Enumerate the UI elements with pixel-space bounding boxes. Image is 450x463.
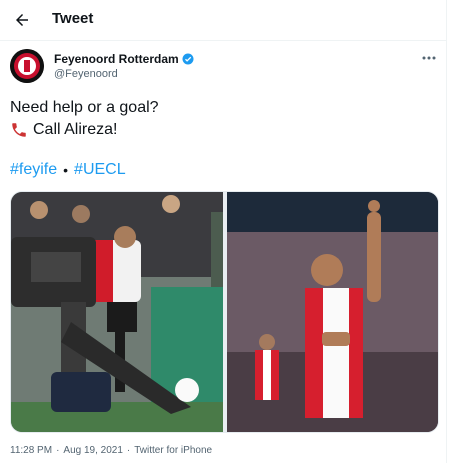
hashtags: #feyife • #UECL [10, 161, 126, 179]
verified-badge-icon [182, 53, 194, 65]
hashtag-separator: • [63, 162, 69, 178]
page-title: Tweet [52, 10, 94, 27]
media-grid [10, 191, 439, 433]
club-logo-icon [10, 49, 44, 83]
tweet-line-2: Call Alireza! [33, 121, 118, 138]
author-handle[interactable]: @Feyenoord [54, 68, 118, 80]
author-name-row[interactable]: Feyenoord Rotterdam [54, 52, 194, 66]
avatar[interactable] [10, 49, 44, 83]
tweet-detail-view: Tweet Feyenoord Rotterdam @Feyenoord Nee… [0, 0, 447, 463]
photo-cameraman-scene [11, 192, 223, 432]
top-bar: Tweet [0, 0, 447, 41]
photo-left[interactable] [11, 192, 223, 432]
hashtag-uecl[interactable]: #UECL [74, 161, 126, 179]
tweet-source[interactable]: Twitter for iPhone [134, 445, 212, 456]
tweet-time[interactable]: 11:28 PM [10, 445, 52, 456]
meta-separator-1: · [56, 445, 60, 456]
arrow-left-icon [16, 14, 28, 26]
author-name[interactable]: Feyenoord Rotterdam [54, 52, 179, 66]
tweet-date[interactable]: Aug 19, 2021 [63, 445, 123, 456]
tweet-text: Need help or a goal? Call Alireza! [10, 97, 159, 141]
more-button[interactable] [418, 50, 440, 66]
more-horizontal-icon [422, 56, 436, 60]
meta-separator-2: · [126, 445, 131, 456]
telephone-receiver-icon [12, 123, 26, 137]
tweet-line-2-row: Call Alireza! [10, 119, 159, 141]
back-button[interactable] [8, 6, 36, 34]
photo-celebration-scene [227, 192, 438, 432]
tweet-meta: 11:28 PM · Aug 19, 2021 · Twitter for iP… [10, 445, 212, 456]
tweet-line-1: Need help or a goal? [10, 99, 159, 116]
hashtag-feyife[interactable]: #feyife [10, 161, 57, 179]
photo-right[interactable] [227, 192, 438, 432]
